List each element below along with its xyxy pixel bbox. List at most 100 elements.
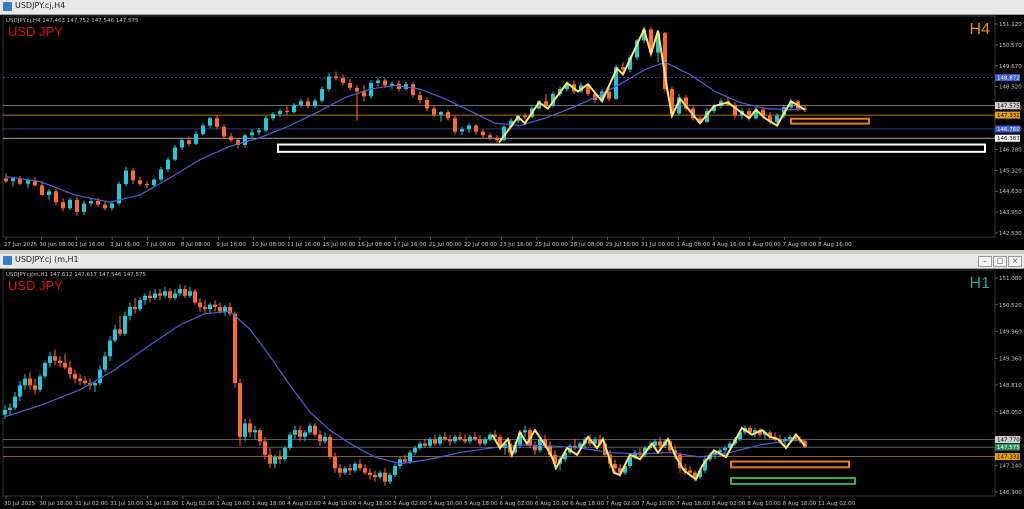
time-tick-label: 5 Aug 02:00	[393, 501, 427, 507]
candle-body	[362, 91, 366, 97]
time-tick-label: 31 Jul 10:00	[110, 501, 143, 507]
price-tick-label: 149.670	[999, 64, 1022, 70]
candle-body	[168, 291, 172, 298]
candle-body	[658, 441, 662, 446]
chart-h1[interactable]: USDJPY.cj(m,H1 147.612 147.617 147.546 1…	[0, 268, 1024, 509]
chart-window-h1[interactable]: USDJPY.cj (m,H1 – □ × USDJPY.cj(m,H1 147…	[0, 254, 1024, 509]
candle-body	[28, 378, 32, 386]
candle-body	[213, 304, 217, 307]
candle-body	[131, 170, 135, 181]
time-tick-label: 22 Jul 08:00	[464, 242, 497, 248]
candle-body	[393, 465, 397, 475]
candle-body	[298, 430, 302, 437]
time-tick-label: 9 Jul 16:00	[216, 242, 246, 248]
candle-body	[68, 199, 72, 209]
candle-body	[124, 170, 128, 184]
time-tick-label: 6 Aug 10:00	[535, 501, 569, 507]
zone-rectangle	[277, 143, 986, 153]
candle-body	[13, 396, 17, 408]
time-tick-label: 6 Aug 00:00	[747, 242, 781, 248]
candle-body	[218, 306, 222, 312]
price-tick-label: 146.900	[999, 490, 1022, 496]
window-titlebar[interactable]: USDJPY.cj (m,H1 – □ ×	[0, 254, 1024, 269]
price-label-text: 146.383	[997, 136, 1020, 142]
candle-body	[145, 183, 149, 186]
candle-body	[463, 439, 467, 442]
maximize-button[interactable]: □	[993, 256, 1007, 267]
candle-body	[448, 439, 452, 442]
time-tick-label: 17 Jul 16:00	[393, 242, 426, 248]
time-tick-label: 6 Aug 18:00	[570, 501, 604, 507]
price-label-text: 147.332	[997, 455, 1020, 461]
price-label-text: 146.760	[997, 127, 1020, 133]
candle-body	[188, 291, 192, 296]
price-label-text: 148.872	[997, 76, 1020, 82]
time-tick-label: 30 Jul 18:00	[39, 501, 72, 507]
candle-body	[443, 436, 447, 440]
time-tick-label: 1 Aug 10:00	[216, 501, 250, 507]
candle-body	[222, 126, 226, 137]
candle-body	[203, 306, 207, 310]
candle-body	[453, 436, 457, 442]
candle-body	[453, 118, 457, 132]
candle-body	[488, 135, 492, 138]
candle-body	[53, 356, 57, 361]
candle-body	[271, 113, 275, 119]
candle-body	[468, 436, 472, 442]
time-tick-label: 1 Aug 02:00	[181, 501, 215, 507]
candle-body	[215, 118, 219, 127]
time-tick-label: 31 Jul 18:00	[146, 501, 179, 507]
candle-body	[133, 306, 137, 310]
candle-body	[533, 445, 537, 451]
price-tick-label: 145.320	[999, 168, 1022, 174]
chart-h4[interactable]: USDJPY.cj,H4 147.463 147.752 147.546 147…	[0, 14, 1024, 250]
price-tick-label: 143.950	[999, 210, 1022, 216]
chart-window-icon	[3, 256, 12, 265]
candle-body	[383, 80, 387, 86]
price-tick-label: 147.140	[999, 463, 1022, 469]
candle-body	[61, 202, 65, 209]
candle-body	[355, 87, 359, 92]
time-tick-label: 4 Aug 18:00	[358, 501, 392, 507]
time-tick-label: 8 Aug 18:00	[783, 501, 817, 507]
candle-body	[113, 329, 117, 341]
price-label-text: 147.332	[997, 113, 1020, 119]
candle-body	[208, 304, 212, 310]
time-tick-label: 30 Jun 08:00	[39, 242, 74, 248]
candle-body	[343, 468, 347, 473]
symbol-label: USD JPY	[8, 24, 63, 39]
price-label-text: 147.575	[997, 445, 1020, 451]
time-tick-label: 30 Jul 2025	[4, 501, 36, 507]
candle-body	[93, 383, 97, 386]
candle-body	[523, 430, 527, 433]
candle-body	[313, 425, 317, 435]
time-tick-label: 8 Aug 10:00	[747, 501, 781, 507]
candle-body	[82, 203, 86, 212]
candle-body	[292, 104, 296, 113]
candle-body	[411, 84, 415, 96]
candle-body	[159, 169, 163, 180]
candle-body	[458, 436, 462, 440]
candle-body	[264, 118, 268, 131]
candle-body	[103, 204, 107, 209]
price-label-text: 147.575	[997, 104, 1020, 110]
chart-window-icon	[3, 2, 12, 11]
price-tick-label: 148.810	[999, 383, 1022, 389]
time-tick-label: 11 Aug 02:00	[818, 501, 856, 507]
time-tick-label: 31 Jul 00:00	[641, 242, 674, 248]
candle-body	[258, 430, 262, 442]
candle-body	[201, 125, 205, 135]
time-tick-label: 8 Aug 16:00	[818, 242, 852, 248]
minimize-button[interactable]: –	[978, 256, 992, 267]
chart-window-h4[interactable]: USDJPY.cj,H4 USDJPY.cj,H4 147.463 147.75…	[0, 0, 1024, 250]
candle-body	[187, 140, 191, 144]
candle-body	[68, 367, 72, 375]
close-button[interactable]: ×	[1008, 256, 1022, 267]
window-titlebar[interactable]: USDJPY.cj,H4	[0, 0, 1024, 15]
candle-body	[75, 199, 79, 212]
candle-body	[478, 439, 482, 444]
time-tick-label: 8 Jul 08:00	[181, 242, 211, 248]
candle-body	[173, 293, 177, 298]
candle-body	[180, 140, 184, 148]
candle-body	[388, 474, 392, 482]
